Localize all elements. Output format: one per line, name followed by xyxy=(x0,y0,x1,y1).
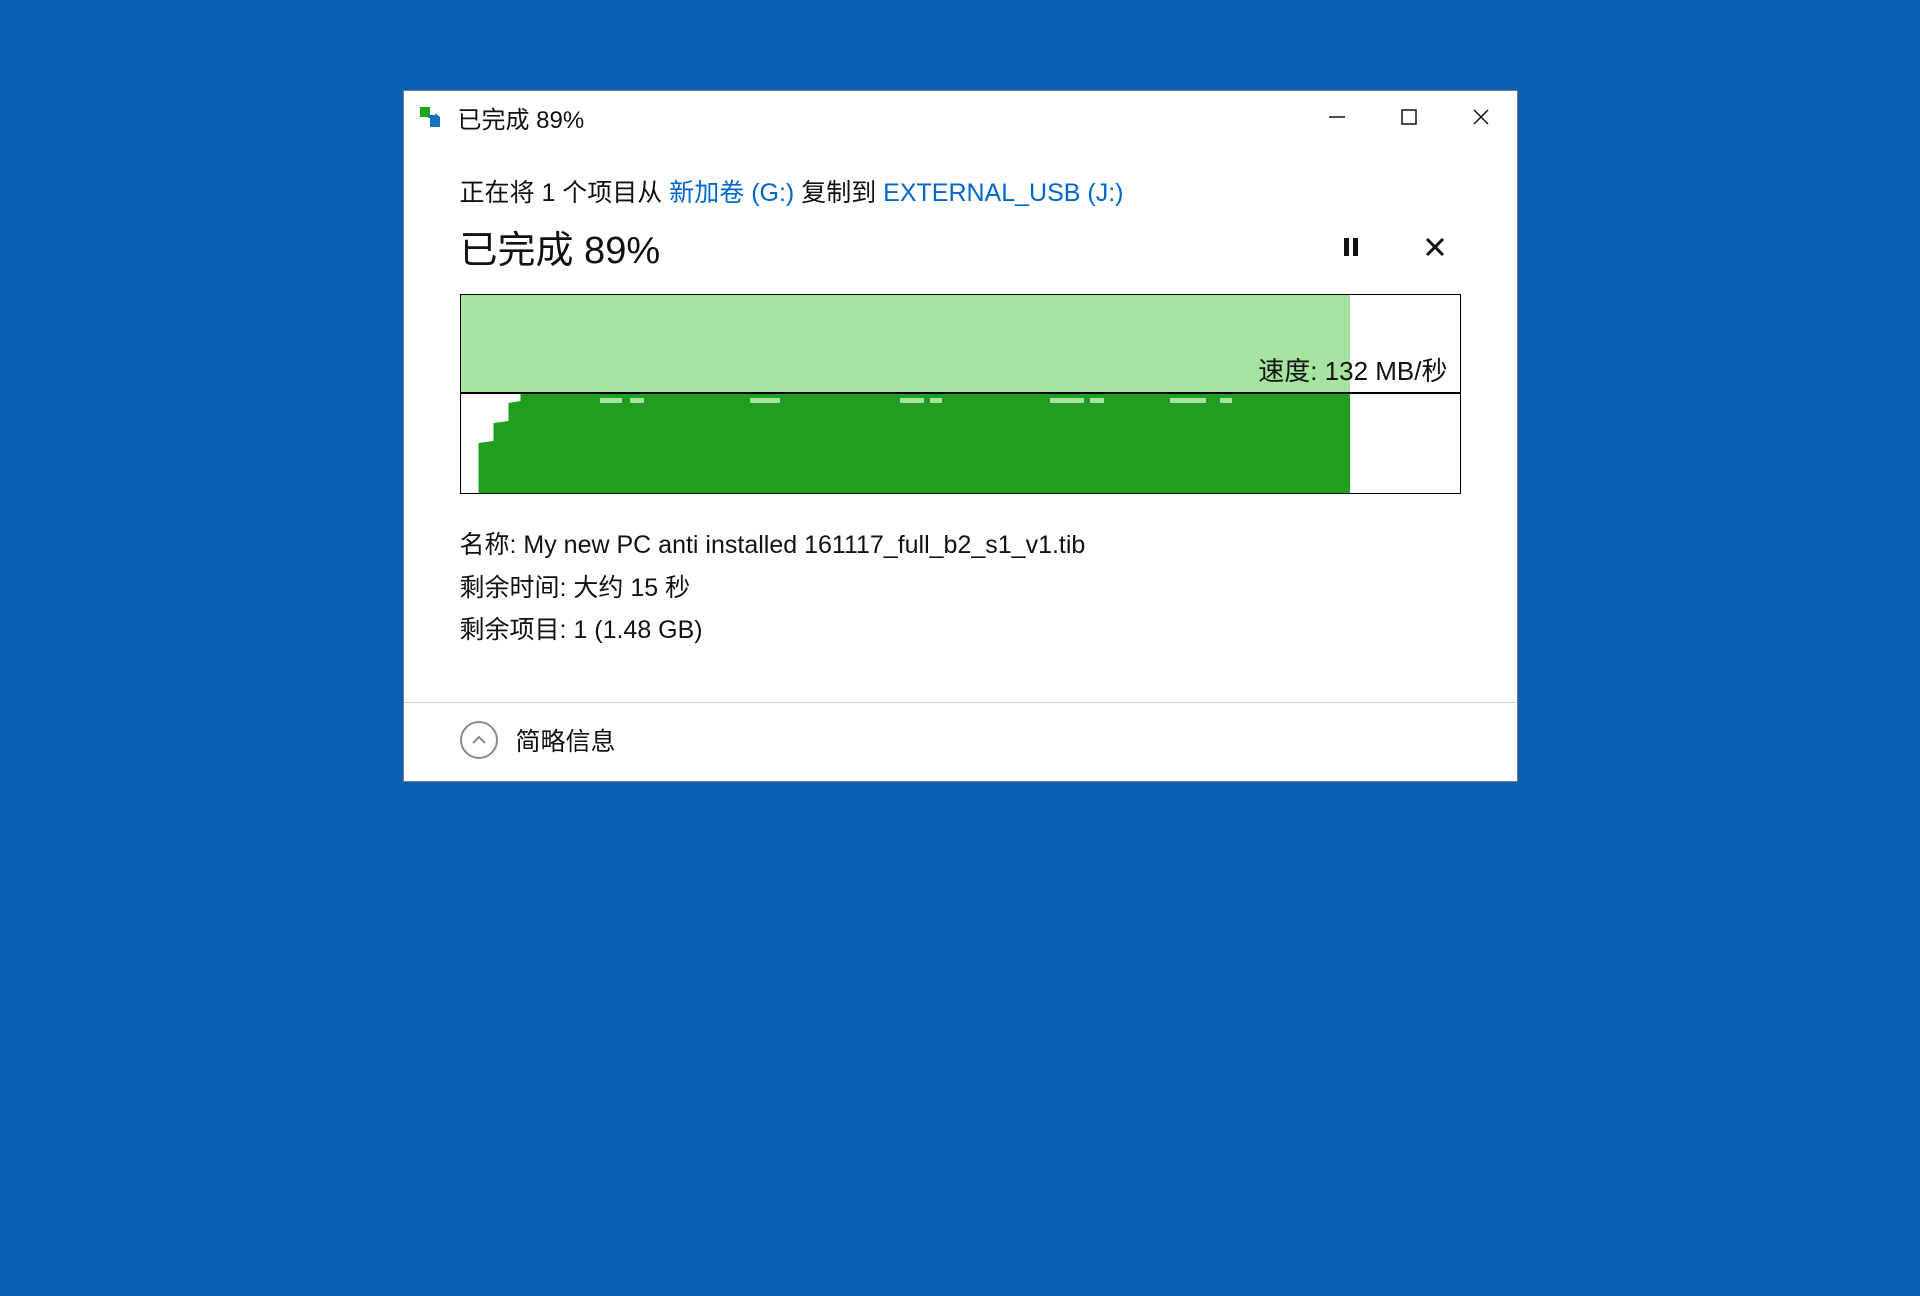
footer: 简略信息 xyxy=(404,702,1517,781)
speed-label-prefix: 速度: xyxy=(1258,356,1324,386)
copy-transfer-icon xyxy=(420,105,444,129)
chevron-up-icon xyxy=(471,732,487,748)
copy-middle: 复制到 xyxy=(794,179,883,207)
copy-progress-dialog: 已完成 89% 正在将 1 个项目从 新加卷 (G:) 复制到 EXTERNAL… xyxy=(403,90,1518,782)
speed-label: 速度: 132 MB/秒 xyxy=(1258,351,1447,388)
speed-label-value: 132 MB/秒 xyxy=(1325,356,1448,386)
name-value: My new PC anti installed 161117_full_b2_… xyxy=(523,531,1085,559)
items-label: 剩余项目: xyxy=(460,616,574,644)
speed-area xyxy=(461,394,1350,493)
speed-baseline xyxy=(461,392,1460,394)
time-value: 大约 15 秒 xyxy=(573,574,690,602)
titlebar: 已完成 89% xyxy=(404,91,1517,143)
detail-items-remaining: 剩余项目: 1 (1.48 GB) xyxy=(460,609,1461,652)
window-title: 已完成 89% xyxy=(458,100,1301,135)
detail-time-remaining: 剩余时间: 大约 15 秒 xyxy=(460,567,1461,610)
progress-heading: 已完成 89% xyxy=(460,219,661,274)
dialog-body: 正在将 1 个项目从 新加卷 (G:) 复制到 EXTERNAL_USB (J:… xyxy=(404,143,1517,662)
progress-controls xyxy=(1333,229,1461,265)
details: 名称: My new PC anti installed 161117_full… xyxy=(460,524,1461,652)
toggle-details-button[interactable] xyxy=(460,721,498,759)
source-link[interactable]: 新加卷 (G:) xyxy=(669,179,794,207)
cancel-button[interactable] xyxy=(1417,229,1453,265)
time-label: 剩余时间: xyxy=(460,574,574,602)
pause-button[interactable] xyxy=(1333,229,1369,265)
progress-row: 已完成 89% xyxy=(460,219,1461,274)
maximize-button[interactable] xyxy=(1373,91,1445,143)
toggle-details-label[interactable]: 简略信息 xyxy=(516,722,616,758)
speed-chart: 速度: 132 MB/秒 xyxy=(460,294,1461,494)
items-value: 1 (1.48 GB) xyxy=(573,616,702,644)
destination-link[interactable]: EXTERNAL_USB (J:) xyxy=(883,179,1123,207)
minimize-button[interactable] xyxy=(1301,91,1373,143)
detail-name: 名称: My new PC anti installed 161117_full… xyxy=(460,524,1461,567)
name-label: 名称: xyxy=(460,531,524,559)
copy-description: 正在将 1 个项目从 新加卷 (G:) 复制到 EXTERNAL_USB (J:… xyxy=(460,173,1461,209)
close-button[interactable] xyxy=(1445,91,1517,143)
copy-prefix: 正在将 1 个项目从 xyxy=(460,179,670,207)
